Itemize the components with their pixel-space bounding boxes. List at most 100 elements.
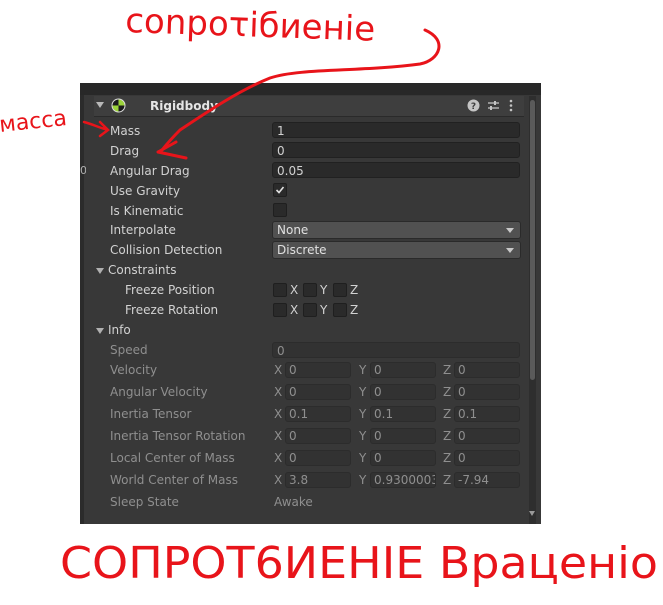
freeze-rotation-label: Freeze Rotation [125,303,219,317]
velocity-label: Velocity [110,363,158,377]
angular-velocity-z-axis: Z [443,385,452,399]
velocity-y-field: 0 [370,362,436,378]
help-icon[interactable]: ? [467,99,480,112]
preset-sliders-icon[interactable] [487,99,500,112]
angular-drag-label: Angular Drag [110,164,190,178]
sleep-state-value: Awake [274,495,313,509]
checkmark-icon [275,186,285,194]
angular-velocity-z-field: 0 [454,384,520,400]
left-clipped-value: 0 [80,164,86,177]
angular-velocity-y-field: 0 [370,384,436,400]
interpolate-dropdown[interactable]: None [272,221,521,239]
svg-text:?: ? [471,102,476,112]
foldout-arrow-icon [96,327,104,334]
inertia-tensor-label: Inertia Tensor [110,407,192,421]
freeze-position-y-checkbox[interactable] [303,283,317,297]
inspector-panel: 0 Rigidbody ? Mass 1 Drag 0 Angular Drag… [80,83,541,524]
local-center-of-mass-y-axis: Y [359,451,367,465]
freeze-position-label: Freeze Position [125,283,215,297]
freeze-position-y-label: Y [320,283,328,297]
speed-field: 0 [272,342,520,358]
constraints-foldout[interactable]: Constraints [96,261,176,279]
local-center-of-mass-z-field: 0 [454,450,520,466]
freeze-rotation-y-label: Y [320,303,328,317]
world-center-of-mass-label: World Center of Mass [110,473,238,487]
collision-detection-label: Collision Detection [110,243,223,257]
info-foldout[interactable]: Info [96,321,131,339]
dropdown-arrow-icon [506,228,514,233]
scrollbar-thumb[interactable] [530,100,535,380]
inertia-tensor-z-field: 0.1 [454,406,520,422]
interpolate-label: Interpolate [110,223,176,237]
angular-drag-input[interactable]: 0.05 [272,162,520,178]
freeze-position-x-label: X [290,283,299,297]
freeze-rotation-z-checkbox[interactable] [333,303,347,317]
speed-label: Speed [110,343,148,357]
top-annotation: conpoτiбиенiе [125,1,376,50]
velocity-y-axis: Y [359,363,367,377]
mass-label: Mass [110,124,141,138]
collision-detection-dropdown[interactable]: Discrete [272,241,521,259]
freeze-position-z-label: Z [350,283,359,297]
world-center-of-mass-z-axis: Z [443,473,452,487]
world-center-of-mass-y-field: 0.9300003 [370,472,436,488]
is-kinematic-label: Is Kinematic [110,204,184,218]
inertia-tensor-z-axis: Z [443,407,452,421]
local-center-of-mass-label: Local Center of Mass [110,451,235,465]
velocity-z-field: 0 [454,362,520,378]
inertia-tensor-y-field: 0.1 [370,406,436,422]
inertia-tensor-rotation-z-axis: Z [443,429,452,443]
world-center-of-mass-y-axis: Y [359,473,367,487]
angular-velocity-x-axis: X [274,385,283,399]
inertia-tensor-y-axis: Y [359,407,367,421]
world-center-of-mass-z-field: -7.94 [454,472,520,488]
inertia-tensor-x-field: 0.1 [285,406,351,422]
world-center-of-mass-x-axis: X [274,473,283,487]
drag-input[interactable]: 0 [272,142,520,158]
is-kinematic-checkbox[interactable] [273,203,287,217]
component-header[interactable]: Rigidbody ? [94,96,524,117]
kebab-menu-icon[interactable] [508,99,514,112]
local-center-of-mass-y-field: 0 [370,450,436,466]
left-annotation: масса [0,106,68,138]
inertia-tensor-x-axis: X [274,407,283,421]
angular-velocity-y-axis: Y [359,385,367,399]
component-title: Rigidbody [150,99,218,113]
velocity-x-axis: X [274,363,283,377]
constraints-label: Constraints [108,263,177,277]
inertia-tensor-rotation-x-axis: X [274,429,283,443]
foldout-arrow-icon[interactable] [96,102,104,108]
bottom-annotation: СОПРОТ6ИЕНІЕ Враценіо [60,538,658,589]
foldout-arrow-icon [96,267,104,274]
drag-label: Drag [110,144,140,158]
dropdown-arrow-icon [506,248,514,253]
local-center-of-mass-z-axis: Z [443,451,452,465]
freeze-position-x-checkbox[interactable] [273,283,287,297]
collision-detection-value: Discrete [277,243,327,257]
freeze-position-z-checkbox[interactable] [333,283,347,297]
use-gravity-label: Use Gravity [110,184,181,198]
freeze-rotation-x-checkbox[interactable] [273,303,287,317]
local-center-of-mass-x-axis: X [274,451,283,465]
velocity-z-axis: Z [443,363,452,377]
inspector-scrollbar[interactable] [529,96,536,524]
freeze-rotation-x-label: X [290,303,299,317]
local-center-of-mass-x-field: 0 [285,450,351,466]
inspector-top-bar [80,83,541,95]
sleep-state-label: Sleep State [110,495,179,509]
world-center-of-mass-x-field: 3.8 [285,472,351,488]
freeze-rotation-y-checkbox[interactable] [303,303,317,317]
inertia-tensor-rotation-y-axis: Y [359,429,367,443]
scroll-down-arrow-icon[interactable] [529,511,535,516]
info-label: Info [108,323,131,337]
inertia-tensor-rotation-x-field: 0 [285,428,351,444]
mass-input[interactable]: 1 [272,122,520,138]
inertia-tensor-rotation-label: Inertia Tensor Rotation [110,429,246,443]
rigidbody-sphere-icon [111,98,126,113]
freeze-rotation-z-label: Z [350,303,359,317]
velocity-x-field: 0 [285,362,351,378]
inspector-left-gutter [80,95,84,524]
use-gravity-checkbox[interactable] [273,183,287,197]
angular-velocity-x-field: 0 [285,384,351,400]
inertia-tensor-rotation-z-field: 0 [454,428,520,444]
